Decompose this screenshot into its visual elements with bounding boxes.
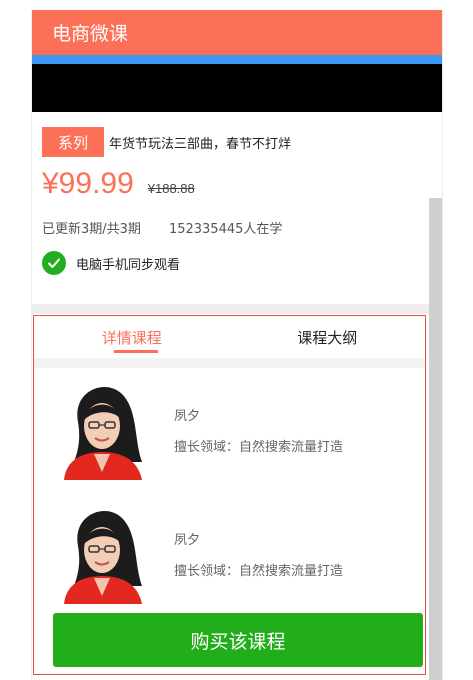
sync-note-row: 电脑手机同步观看 [32,251,442,275]
teacher-portrait [54,504,150,604]
teacher-name: 夙夕 [174,533,201,548]
buy-course-button[interactable]: 购买该课程 [53,613,423,667]
teacher-info: 夙夕 擅长领域：自然搜索流量打造 [174,405,343,455]
course-stats: 已更新3期/共3期 152335445人在学 [32,218,442,237]
tab-content-divider [34,358,425,368]
learner-count: 152335445人在学 [168,222,283,237]
tab-bar: 详情课程 课程大纲 [34,316,425,358]
check-circle-icon [42,251,66,275]
course-title-row: 系列 年货节玩法三部曲，春节不打烊 [32,127,442,157]
original-price: ¥188.88 [147,181,195,196]
app-frame: 电商微课 系列 年货节玩法三部曲，春节不打烊 ¥99.99 ¥188.88 已更… [31,10,443,680]
teacher-portrait [54,380,150,480]
teacher-info: 夙夕 擅长领域：自然搜索流量打造 [174,529,343,579]
section-divider [32,304,442,314]
app-header: 电商微课 [32,10,442,55]
teacher-expertise: 擅长领域：自然搜索流量打造 [174,440,344,455]
teacher-card: 夙夕 擅长领域：自然搜索流量打造 [34,368,425,492]
video-progress-strip [32,55,442,64]
price-row: ¥99.99 ¥188.88 [32,167,442,201]
scrollbar-track[interactable] [429,198,442,680]
teacher-expertise: 擅长领域：自然搜索流量打造 [174,564,344,579]
active-tab-indicator [114,350,158,353]
course-name: 年货节玩法三部曲，春节不打烊 [109,136,292,152]
app-title: 电商微课 [52,23,129,45]
tab-outline[interactable]: 课程大纲 [230,316,426,358]
video-player[interactable] [32,64,442,112]
teacher-card: 夙夕 擅长领域：自然搜索流量打造 [34,492,425,616]
current-price: ¥99.99 [42,167,134,200]
tab-outline-label: 课程大纲 [297,328,358,347]
update-count: 已更新3期/共3期 [42,222,141,237]
tab-details[interactable]: 详情课程 [34,316,230,358]
teacher-name: 夙夕 [174,409,201,424]
series-tag: 系列 [42,127,104,157]
tab-details-label: 详情课程 [101,328,162,347]
sync-note: 电脑手机同步观看 [76,257,181,273]
